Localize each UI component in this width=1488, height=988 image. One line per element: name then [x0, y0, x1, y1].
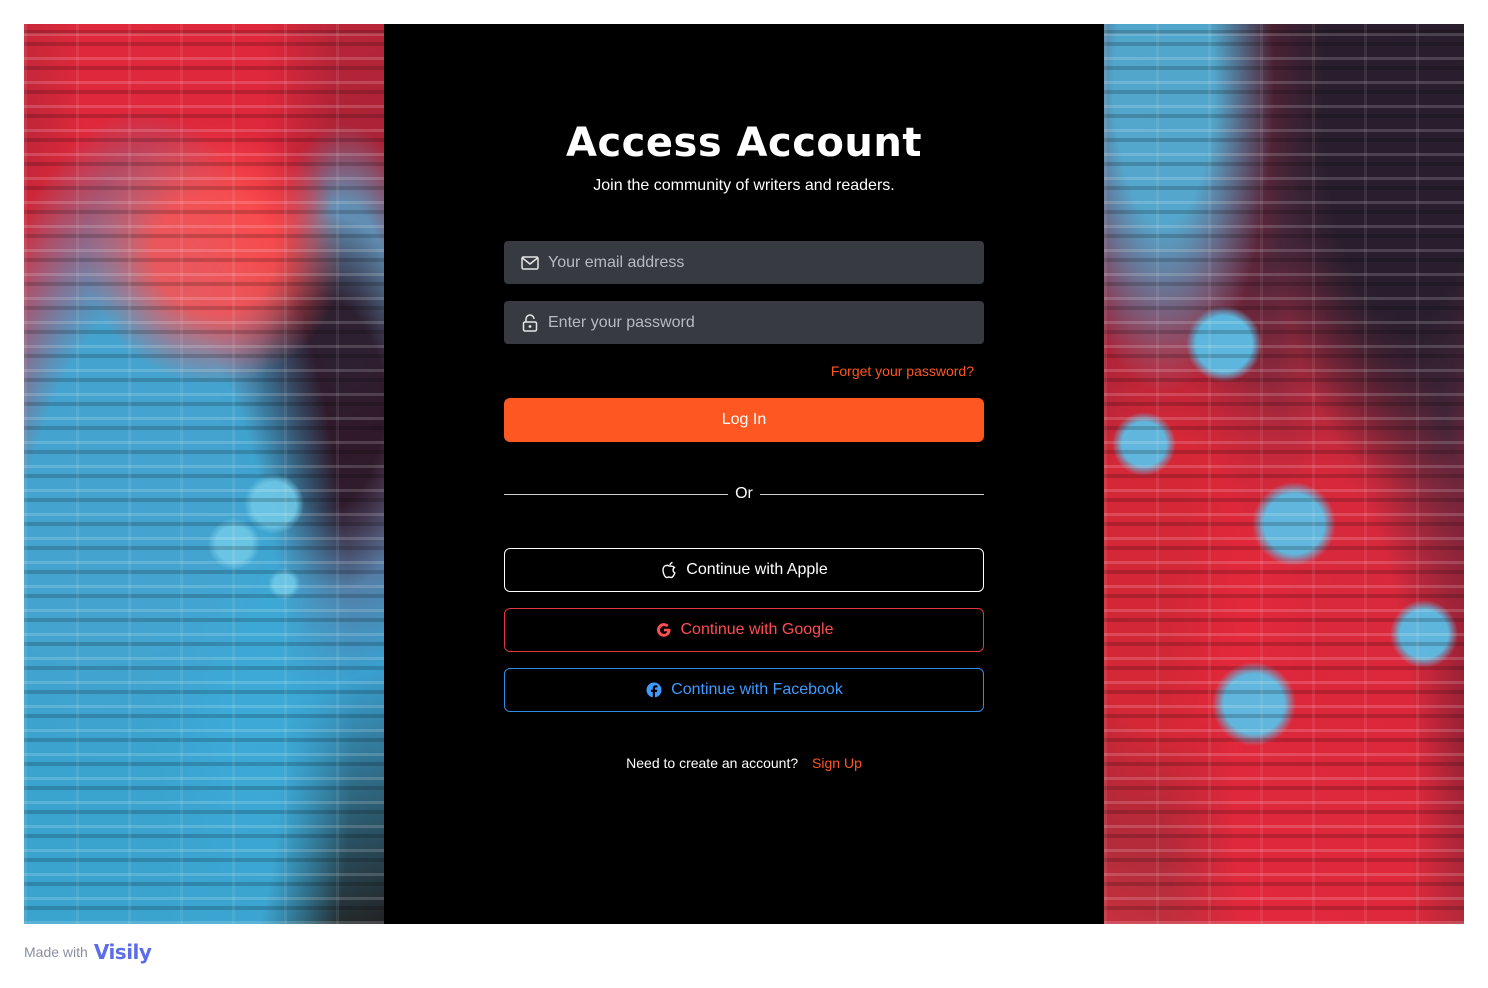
- made-with-label: Made with: [24, 944, 88, 960]
- forgot-password-link[interactable]: Forget your password?: [831, 363, 974, 379]
- brick-texture: [24, 24, 384, 924]
- apple-button-label: Continue with Apple: [686, 561, 828, 578]
- page-title: Access Account: [566, 120, 922, 166]
- page-frame: Access Account Join the community of wri…: [24, 24, 1464, 924]
- divider-line-left: [504, 493, 729, 495]
- facebook-icon: [645, 681, 663, 699]
- continue-with-apple-button[interactable]: Continue with Apple: [504, 548, 984, 592]
- signup-question: Need to create an account?: [626, 755, 799, 771]
- lock-icon: [520, 313, 540, 333]
- continue-with-google-button[interactable]: Continue with Google: [504, 608, 984, 652]
- google-button-label: Continue with Google: [680, 621, 834, 638]
- page-subtitle: Join the community of writers and reader…: [593, 177, 895, 194]
- signup-link[interactable]: Sign Up: [812, 755, 862, 771]
- signup-prompt: Need to create an account? Sign Up: [384, 755, 1104, 771]
- mail-icon: [520, 253, 540, 273]
- apple-icon: [660, 561, 678, 579]
- continue-with-facebook-button[interactable]: Continue with Facebook: [504, 668, 984, 712]
- email-field[interactable]: [504, 241, 984, 284]
- login-panel: Access Account Join the community of wri…: [384, 24, 1104, 924]
- brick-texture: [1104, 24, 1464, 924]
- email-input[interactable]: [548, 253, 968, 272]
- divider-line-right: [759, 493, 984, 495]
- divider-label: Or: [735, 485, 753, 502]
- password-input[interactable]: [548, 313, 968, 332]
- facebook-button-label: Continue with Facebook: [671, 681, 843, 698]
- google-icon: [655, 621, 673, 639]
- made-with-badge[interactable]: Made with Visily: [24, 940, 152, 964]
- graffiti-wall-image-right: [1104, 24, 1464, 924]
- graffiti-wall-image-left: [24, 24, 384, 924]
- visily-logo: Visily: [93, 940, 152, 964]
- password-field[interactable]: [504, 301, 984, 344]
- login-button[interactable]: Log In: [504, 398, 984, 442]
- or-divider: Or: [504, 484, 984, 504]
